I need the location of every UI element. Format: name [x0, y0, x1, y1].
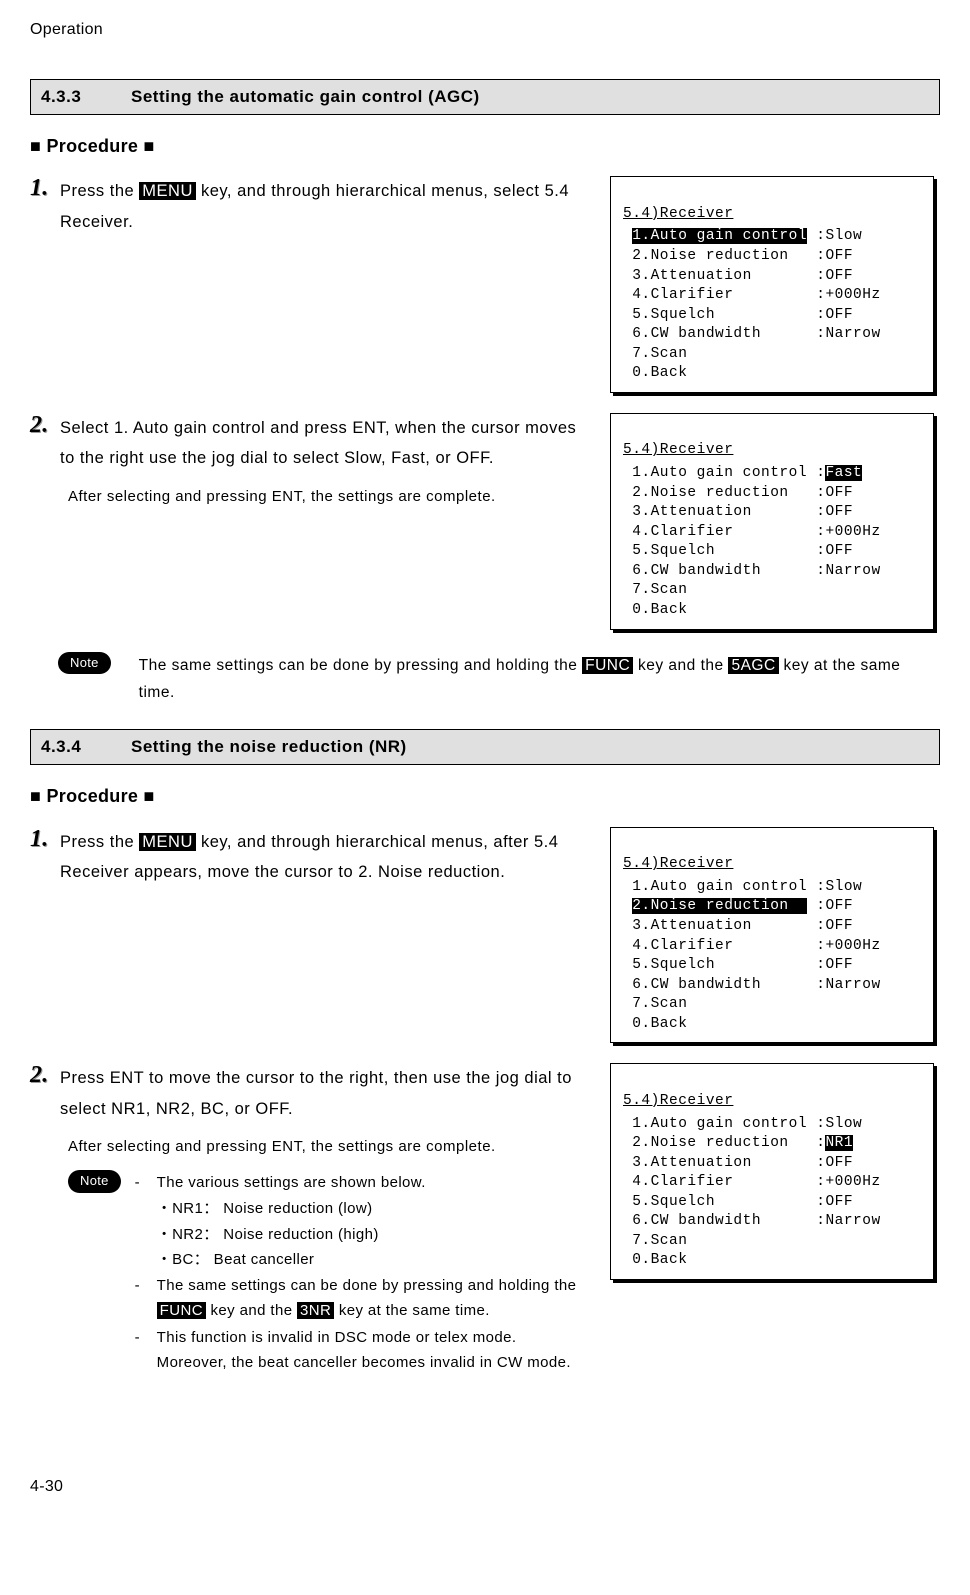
- after-note: After selecting and pressing ENT, the se…: [68, 484, 590, 510]
- step-number: 1.: [30, 827, 60, 851]
- note-badge: Note: [68, 1170, 121, 1193]
- receiver-menu: 5.4)Receiver 1.Auto gain control :Slow 2…: [610, 176, 934, 393]
- step-number: 2.: [30, 1063, 60, 1087]
- func-key-badge: FUNC: [582, 657, 633, 674]
- receiver-menu: 5.4)Receiver 1.Auto gain control :Slow 2…: [610, 1063, 934, 1280]
- section-header-nr: 4.3.4Setting the noise reduction (NR): [30, 729, 940, 765]
- section-title: Setting the noise reduction (NR): [131, 737, 407, 756]
- menu-item-selected: 1.Auto gain control: [632, 228, 807, 244]
- note-row: Note -The various settings are shown bel…: [68, 1170, 590, 1377]
- receiver-menu: 5.4)Receiver 1.Auto gain control :Slow 2…: [610, 827, 934, 1044]
- procedure-title: ■ Procedure ■: [30, 135, 940, 158]
- step-row: 1. Press the MENU key, and through hiera…: [30, 827, 940, 1044]
- menu-title: 5.4)Receiver: [623, 855, 733, 875]
- page-footer: 4-30: [30, 1477, 940, 1498]
- section-header-agc: 4.3.3Setting the automatic gain control …: [30, 79, 940, 115]
- step-text: Press ENT to move the cursor to the righ…: [60, 1063, 590, 1124]
- func-key-badge: FUNC: [157, 1302, 206, 1319]
- menu-value-selected: Fast: [825, 465, 862, 481]
- step-row: 2. Select 1. Auto gain control and press…: [30, 413, 940, 630]
- step-number: 2.: [30, 413, 60, 437]
- receiver-menu: 5.4)Receiver 1.Auto gain control :Fast 2…: [610, 413, 934, 630]
- nr-key-badge: 3NR: [297, 1302, 334, 1319]
- menu-key-badge: MENU: [139, 833, 196, 851]
- step-text: Select 1. Auto gain control and press EN…: [60, 413, 590, 474]
- section-title: Setting the automatic gain control (AGC): [131, 87, 480, 106]
- agc-key-badge: 5AGC: [728, 657, 778, 674]
- section-number: 4.3.4: [41, 736, 131, 758]
- note-text: The same settings can be done by pressin…: [139, 652, 940, 708]
- note-list: -The various settings are shown below. ・…: [135, 1170, 590, 1377]
- menu-title: 5.4)Receiver: [623, 205, 733, 225]
- page-header: Operation: [30, 20, 940, 41]
- menu-title: 5.4)Receiver: [623, 1092, 733, 1112]
- step-number: 1.: [30, 176, 60, 200]
- step-text: Press the MENU key, and through hierarch…: [60, 176, 590, 237]
- note-row: Note The same settings can be done by pr…: [58, 652, 940, 708]
- note-badge: Note: [58, 652, 111, 675]
- step-text: Press the MENU key, and through hierarch…: [60, 827, 590, 888]
- menu-item-selected: 2.Noise reduction: [632, 898, 807, 914]
- menu-value-selected: NR1: [825, 1135, 853, 1151]
- step-row: 2. Press ENT to move the cursor to the r…: [30, 1063, 940, 1377]
- menu-title: 5.4)Receiver: [623, 441, 733, 461]
- after-note: After selecting and pressing ENT, the se…: [68, 1134, 590, 1160]
- step-row: 1. Press the MENU key, and through hiera…: [30, 176, 940, 393]
- menu-key-badge: MENU: [139, 182, 196, 200]
- section-number: 4.3.3: [41, 86, 131, 108]
- procedure-title: ■ Procedure ■: [30, 785, 940, 808]
